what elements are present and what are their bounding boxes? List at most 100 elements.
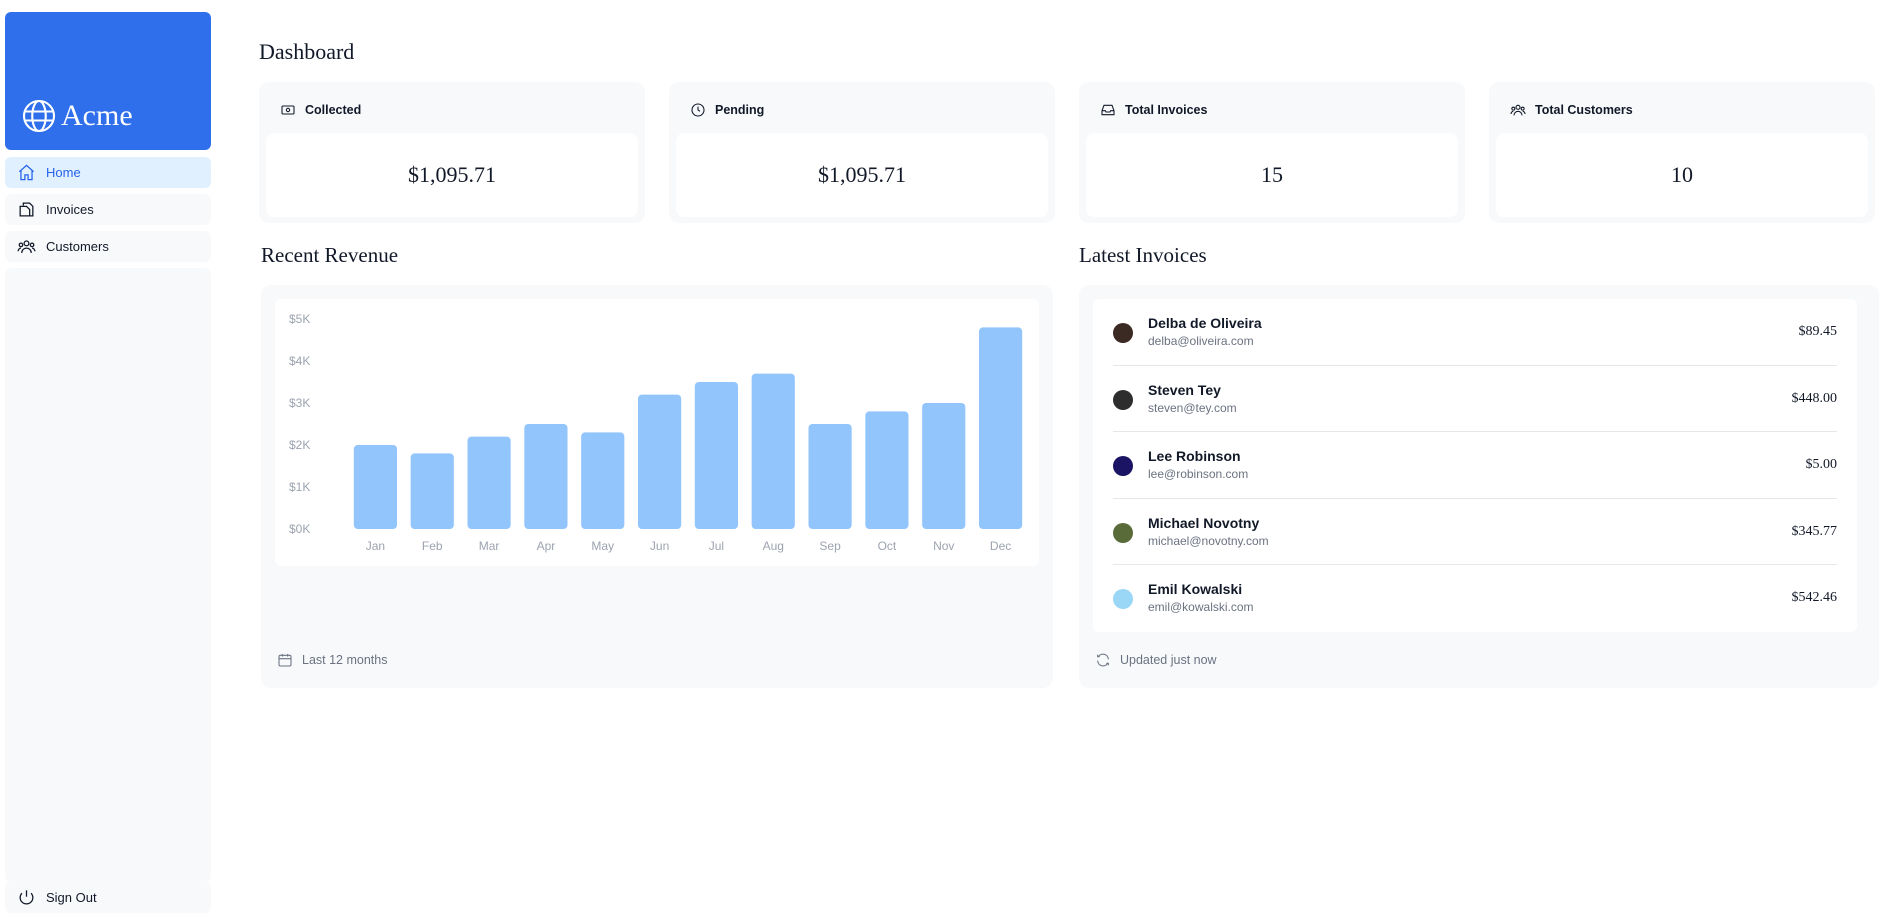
sign-out-label: Sign Out [46,890,97,905]
bar-oct[interactable] [865,411,909,529]
card-header: Total Invoices [1100,102,1207,118]
card-total-customers: Total Customers 10 [1489,82,1875,223]
home-icon [18,164,35,181]
customer-name: Steven Tey [1148,381,1221,398]
list-item[interactable]: Emil Kowalski emil@kowalski.com $542.46 [1113,565,1837,632]
power-icon [19,890,34,905]
bar-jul[interactable] [694,382,739,529]
latest-invoices-list: Delba de Oliveira delba@oliveira.com $89… [1093,299,1857,632]
card-title: Total Customers [1535,103,1633,117]
list-item[interactable]: Steven Tey steven@tey.com $448.00 [1113,366,1837,433]
card-value: 15 [1086,133,1458,217]
card-header: Pending [690,102,764,118]
card-value: $1,095.71 [266,133,638,217]
latest-invoices-panel: Delba de Oliveira delba@oliveira.com $89… [1079,285,1879,688]
y-tick-label: $1K [289,480,310,494]
banknotes-icon [281,105,295,115]
invoice-amount: $89.45 [1798,324,1838,339]
refresh-icon [1097,653,1109,667]
card-title: Total Invoices [1125,103,1208,117]
customer-name: Lee Robinson [1148,448,1241,465]
customer-email: steven@tey.com [1148,400,1237,415]
card-title: Collected [305,103,362,117]
sidebar-item-label: Invoices [46,202,94,217]
card-collected: Collected $1,095.71 [259,82,645,223]
customer-email: lee@robinson.com [1148,467,1249,482]
inbox-icon [1101,104,1115,116]
avatar [1113,522,1133,543]
sidebar-item-invoices[interactable]: Invoices [5,194,211,225]
card-value: $1,095.71 [676,133,1048,217]
x-tick-label: Dec [990,539,1011,553]
x-tick-label: Aug [763,539,784,553]
list-item[interactable]: Delba de Oliveira delba@oliveira.com $89… [1113,299,1837,366]
customer-name: Delba de Oliveira [1148,315,1262,331]
bar-apr[interactable] [524,424,568,529]
y-tick-label: $2K [289,438,310,452]
y-tick-label: $5K [289,312,310,326]
card-title: Pending [715,103,765,117]
card-value: 10 [1496,133,1868,217]
avatar [1113,456,1133,477]
bar-jan[interactable] [353,445,398,529]
x-tick-label: Jul [709,539,724,553]
x-tick-label: Sep [819,539,841,553]
card-header: Total Customers [1510,102,1633,118]
x-tick-label: Feb [422,539,443,553]
x-tick-label: Oct [878,539,897,553]
x-tick-label: May [591,539,614,553]
avatar [1113,589,1133,610]
bar-mar[interactable] [467,436,511,529]
calendar-icon [278,654,292,667]
globe-icon [22,99,56,133]
brand-logo-inner: Acme [21,98,133,134]
list-item[interactable]: Lee Robinson lee@robinson.com $5.00 [1113,432,1837,499]
invoice-amount: $542.46 [1791,590,1838,606]
latest-invoices-title: Latest Invoices [1079,243,1207,267]
bar-jun[interactable] [637,394,682,529]
bar-may[interactable] [581,432,625,529]
customer-email: michael@novotny.com [1148,533,1269,548]
x-tick-label: Jan [366,539,385,553]
x-tick-label: Apr [537,539,556,553]
revenue-footer: Last 12 months [277,652,387,668]
customer-name: Michael Novotny [1148,514,1260,531]
bar-aug[interactable] [751,373,795,529]
app-root: Acme Home Invoices Customers Sign Out Da… [0,0,1890,919]
customer-email: delba@oliveira.com [1148,334,1254,348]
x-tick-label: Jun [650,539,669,553]
sidebar-item-customers[interactable]: Customers [5,231,211,262]
latest-invoices-footer: Updated just now [1095,652,1217,668]
sidebar-item-home[interactable]: Home [5,157,211,188]
customer-name: Emil Kowalski [1148,581,1243,598]
avatar [1113,323,1133,343]
brand-logo[interactable]: Acme [5,12,211,150]
card-header: Collected [280,102,361,118]
sign-out-button[interactable]: Sign Out [5,882,211,913]
sidebar-spacer [5,268,211,882]
bar-feb[interactable] [410,453,454,529]
bar-nov[interactable] [922,403,966,529]
revenue-title: Recent Revenue [261,243,399,267]
sidebar: Acme Home Invoices Customers Sign Out [5,12,211,913]
y-tick-label: $3K [289,396,310,410]
revenue-chart: $0K $1K $2K $3K $4K $5K Jan Feb Mar Apr May Jun Jul A… [275,299,1039,566]
brand-name: Acme [61,99,133,132]
card-total-invoices: Total Invoices 15 [1079,82,1465,223]
x-tick-label: Nov [933,539,954,553]
y-tick-label: $0K [289,522,310,536]
user-group-icon [1510,104,1526,116]
customer-email: emil@kowalski.com [1148,600,1254,615]
invoice-amount: $345.77 [1791,523,1838,539]
bar-dec[interactable] [978,327,1023,529]
invoice-amount: $5.00 [1805,457,1838,473]
sidebar-item-label: Home [46,165,81,180]
list-item[interactable]: Michael Novotny michael@novotny.com $345… [1113,499,1837,566]
bar-sep[interactable] [808,424,852,529]
sidebar-item-label: Customers [46,239,109,254]
card-pending: Pending $1,095.71 [669,82,1055,223]
invoice-amount: $448.00 [1791,390,1838,406]
clock-icon [691,103,705,117]
documents-icon [19,202,34,217]
avatar [1113,389,1133,410]
